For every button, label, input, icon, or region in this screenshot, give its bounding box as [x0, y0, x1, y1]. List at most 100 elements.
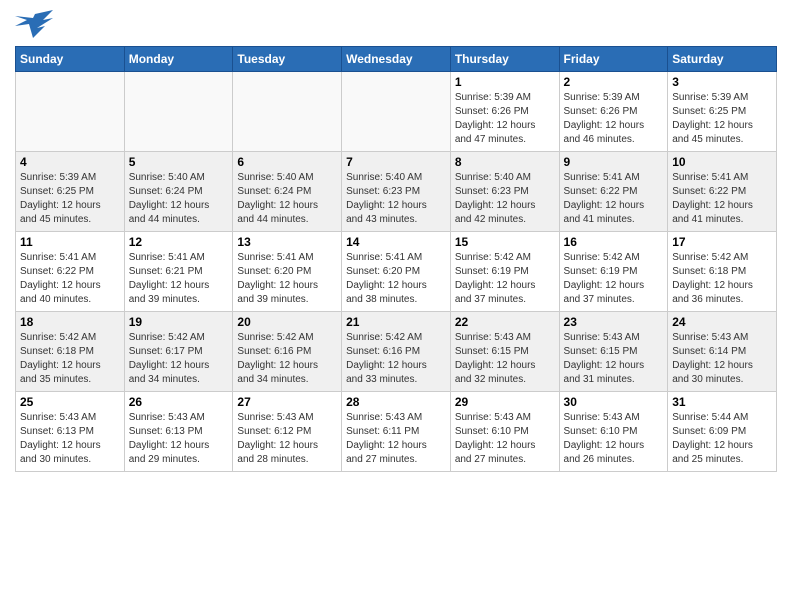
day-info: Sunrise: 5:40 AMSunset: 6:23 PMDaylight:… [455, 171, 555, 227]
day-info: Sunrise: 5:41 AMSunset: 6:22 PMDaylight:… [564, 171, 664, 227]
day-info: Sunrise: 5:42 AMSunset: 6:18 PMDaylight:… [672, 251, 772, 307]
calendar-cell: 17 Sunrise: 5:42 AMSunset: 6:18 PMDayligh… [668, 232, 777, 312]
calendar-cell: 2 Sunrise: 5:39 AMSunset: 6:26 PMDaylight… [559, 72, 668, 152]
calendar-cell: 5 Sunrise: 5:40 AMSunset: 6:24 PMDaylight… [124, 152, 233, 232]
day-number: 11 [20, 235, 120, 249]
day-info: Sunrise: 5:39 AMSunset: 6:25 PMDaylight:… [672, 91, 772, 147]
logo-line [15, 10, 53, 38]
day-number: 10 [672, 155, 772, 169]
day-number: 5 [129, 155, 229, 169]
calendar-cell: 13Sunrise: 5:41 AMSunset: 6:20 PMDayligh… [233, 232, 342, 312]
calendar-week-5: 25 Sunrise: 5:43 AMSunset: 6:13 PMDayligh… [16, 392, 777, 472]
calendar-cell: 23Sunrise: 5:43 AMSunset: 6:15 PMDayligh… [559, 312, 668, 392]
day-info: Sunrise: 5:40 AMSunset: 6:24 PMDaylight:… [129, 171, 229, 227]
day-number: 25 [20, 395, 120, 409]
calendar-cell: 24 Sunrise: 5:43 AMSunset: 6:14 PMDayligh… [668, 312, 777, 392]
calendar-cell: 15 Sunrise: 5:42 AMSunset: 6:19 PMDayligh… [450, 232, 559, 312]
day-info: Sunrise: 5:43 AMSunset: 6:11 PMDaylight:… [346, 411, 446, 467]
calendar-week-2: 4 Sunrise: 5:39 AMSunset: 6:25 PMDaylight… [16, 152, 777, 232]
calendar-cell: 6Sunrise: 5:40 AMSunset: 6:24 PMDaylight… [233, 152, 342, 232]
calendar-cell: 19 Sunrise: 5:42 AMSunset: 6:17 PMDayligh… [124, 312, 233, 392]
logo-bird-icon [15, 10, 53, 38]
day-info: Sunrise: 5:41 AMSunset: 6:22 PMDaylight:… [672, 171, 772, 227]
day-number: 2 [564, 75, 664, 89]
day-info: Sunrise: 5:43 AMSunset: 6:14 PMDaylight:… [672, 331, 772, 387]
day-number: 4 [20, 155, 120, 169]
calendar-cell: 21 Sunrise: 5:42 AMSunset: 6:16 PMDayligh… [342, 312, 451, 392]
day-info: Sunrise: 5:41 AMSunset: 6:20 PMDaylight:… [346, 251, 446, 307]
calendar-cell: 4 Sunrise: 5:39 AMSunset: 6:25 PMDaylight… [16, 152, 125, 232]
day-info: Sunrise: 5:42 AMSunset: 6:16 PMDaylight:… [237, 331, 337, 387]
calendar-cell: 7 Sunrise: 5:40 AMSunset: 6:23 PMDaylight… [342, 152, 451, 232]
calendar-table: SundayMondayTuesdayWednesdayThursdayFrid… [15, 46, 777, 472]
day-number: 26 [129, 395, 229, 409]
weekday-header-sunday: Sunday [16, 47, 125, 72]
day-number: 19 [129, 315, 229, 329]
calendar-cell [124, 72, 233, 152]
day-number: 28 [346, 395, 446, 409]
day-info: Sunrise: 5:39 AMSunset: 6:26 PMDaylight:… [564, 91, 664, 147]
calendar-cell: 27 Sunrise: 5:43 AMSunset: 6:12 PMDayligh… [233, 392, 342, 472]
calendar-body: 1 Sunrise: 5:39 AMSunset: 6:26 PMDaylight… [16, 72, 777, 472]
calendar-cell: 14 Sunrise: 5:41 AMSunset: 6:20 PMDayligh… [342, 232, 451, 312]
calendar-week-3: 11 Sunrise: 5:41 AMSunset: 6:22 PMDayligh… [16, 232, 777, 312]
day-number: 1 [455, 75, 555, 89]
day-number: 7 [346, 155, 446, 169]
calendar-week-1: 1 Sunrise: 5:39 AMSunset: 6:26 PMDaylight… [16, 72, 777, 152]
day-number: 24 [672, 315, 772, 329]
day-info: Sunrise: 5:41 AMSunset: 6:22 PMDaylight:… [20, 251, 120, 307]
calendar-cell [16, 72, 125, 152]
calendar-cell: 29Sunrise: 5:43 AMSunset: 6:10 PMDayligh… [450, 392, 559, 472]
page-container: SundayMondayTuesdayWednesdayThursdayFrid… [0, 0, 792, 482]
weekday-header-thursday: Thursday [450, 47, 559, 72]
day-info: Sunrise: 5:42 AMSunset: 6:19 PMDaylight:… [564, 251, 664, 307]
calendar-cell: 11 Sunrise: 5:41 AMSunset: 6:22 PMDayligh… [16, 232, 125, 312]
day-number: 23 [564, 315, 664, 329]
day-number: 3 [672, 75, 772, 89]
weekday-header-saturday: Saturday [668, 47, 777, 72]
day-info: Sunrise: 5:39 AMSunset: 6:25 PMDaylight:… [20, 171, 120, 227]
calendar-cell: 16 Sunrise: 5:42 AMSunset: 6:19 PMDayligh… [559, 232, 668, 312]
calendar-cell: 31Sunrise: 5:44 AMSunset: 6:09 PMDayligh… [668, 392, 777, 472]
day-number: 21 [346, 315, 446, 329]
day-info: Sunrise: 5:43 AMSunset: 6:13 PMDaylight:… [20, 411, 120, 467]
day-info: Sunrise: 5:41 AMSunset: 6:20 PMDaylight:… [237, 251, 337, 307]
day-info: Sunrise: 5:43 AMSunset: 6:10 PMDaylight:… [455, 411, 555, 467]
calendar-cell: 10 Sunrise: 5:41 AMSunset: 6:22 PMDayligh… [668, 152, 777, 232]
day-info: Sunrise: 5:43 AMSunset: 6:13 PMDaylight:… [129, 411, 229, 467]
day-info: Sunrise: 5:43 AMSunset: 6:10 PMDaylight:… [564, 411, 664, 467]
day-info: Sunrise: 5:41 AMSunset: 6:21 PMDaylight:… [129, 251, 229, 307]
calendar-cell: 12 Sunrise: 5:41 AMSunset: 6:21 PMDayligh… [124, 232, 233, 312]
day-number: 15 [455, 235, 555, 249]
day-info: Sunrise: 5:43 AMSunset: 6:12 PMDaylight:… [237, 411, 337, 467]
day-number: 27 [237, 395, 337, 409]
day-info: Sunrise: 5:42 AMSunset: 6:18 PMDaylight:… [20, 331, 120, 387]
calendar-header: SundayMondayTuesdayWednesdayThursdayFrid… [16, 47, 777, 72]
day-info: Sunrise: 5:42 AMSunset: 6:16 PMDaylight:… [346, 331, 446, 387]
day-info: Sunrise: 5:39 AMSunset: 6:26 PMDaylight:… [455, 91, 555, 147]
day-info: Sunrise: 5:40 AMSunset: 6:23 PMDaylight:… [346, 171, 446, 227]
calendar-cell [342, 72, 451, 152]
day-number: 17 [672, 235, 772, 249]
calendar-cell: 30 Sunrise: 5:43 AMSunset: 6:10 PMDayligh… [559, 392, 668, 472]
weekday-header-tuesday: Tuesday [233, 47, 342, 72]
day-number: 16 [564, 235, 664, 249]
day-info: Sunrise: 5:43 AMSunset: 6:15 PMDaylight:… [455, 331, 555, 387]
calendar-cell: 28 Sunrise: 5:43 AMSunset: 6:11 PMDayligh… [342, 392, 451, 472]
day-number: 20 [237, 315, 337, 329]
day-info: Sunrise: 5:42 AMSunset: 6:19 PMDaylight:… [455, 251, 555, 307]
day-info: Sunrise: 5:44 AMSunset: 6:09 PMDaylight:… [672, 411, 772, 467]
day-number: 12 [129, 235, 229, 249]
day-number: 14 [346, 235, 446, 249]
calendar-cell: 9Sunrise: 5:41 AMSunset: 6:22 PMDaylight… [559, 152, 668, 232]
day-number: 30 [564, 395, 664, 409]
calendar-cell: 8 Sunrise: 5:40 AMSunset: 6:23 PMDaylight… [450, 152, 559, 232]
weekday-header-monday: Monday [124, 47, 233, 72]
weekday-header-wednesday: Wednesday [342, 47, 451, 72]
calendar-cell [233, 72, 342, 152]
calendar-cell: 25 Sunrise: 5:43 AMSunset: 6:13 PMDayligh… [16, 392, 125, 472]
calendar-week-4: 18 Sunrise: 5:42 AMSunset: 6:18 PMDayligh… [16, 312, 777, 392]
day-number: 8 [455, 155, 555, 169]
day-info: Sunrise: 5:42 AMSunset: 6:17 PMDaylight:… [129, 331, 229, 387]
day-number: 18 [20, 315, 120, 329]
